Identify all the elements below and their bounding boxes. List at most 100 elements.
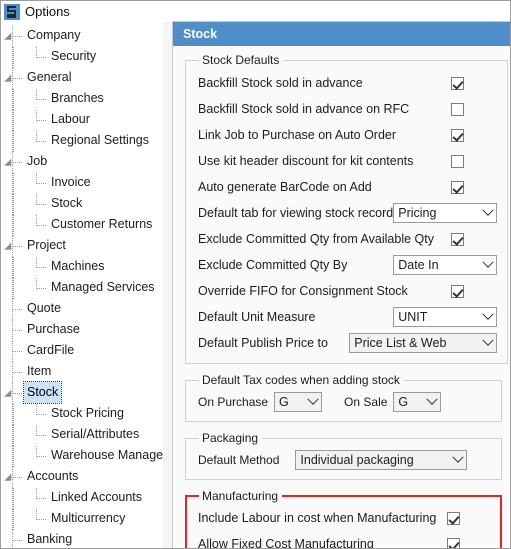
sidebar-item-stock[interactable]: Stock <box>1 381 163 404</box>
sidebar-item-label: Linked Accounts <box>51 490 143 504</box>
expander-triangle-icon[interactable] <box>4 242 15 254</box>
sidebar-item-machines[interactable]: Machines <box>1 257 163 278</box>
expander-triangle-icon[interactable] <box>4 32 15 44</box>
sidebar-item-stock-pricing[interactable]: Stock Pricing <box>1 404 163 425</box>
on-sale-label: On Sale <box>344 395 388 409</box>
options-window: Options Company Security General Branches La… <box>0 0 511 549</box>
sidebar-item-label: Labour <box>51 112 90 126</box>
sidebar-item-invoice[interactable]: Invoice <box>1 173 163 194</box>
sidebar-item-warehouse-management[interactable]: Warehouse Management <box>1 446 163 467</box>
sidebar-item-label: Customer Returns <box>51 217 153 231</box>
sidebar-item-banking[interactable]: Banking <box>1 530 163 548</box>
checkbox-auto-generate-barcode-on-add[interactable] <box>451 180 465 194</box>
tree-connector <box>13 309 22 310</box>
checkbox-link-job-to-purchase-on-auto-order[interactable] <box>451 128 465 142</box>
dropdown-default-unit-measure[interactable]: UNIT <box>393 307 498 327</box>
setting-row-exclude-committed-qty-by[interactable]: Exclude Committed Qty By Date In <box>198 252 498 278</box>
sidebar-item-managed-services[interactable]: Managed Services <box>1 278 163 299</box>
sidebar-item-branches[interactable]: Branches <box>1 89 163 110</box>
expander-triangle-icon[interactable] <box>4 389 15 401</box>
tree-connector <box>37 120 46 121</box>
dropdown-value: G <box>398 395 409 409</box>
sidebar-item-company[interactable]: Company <box>1 26 163 47</box>
sidebar-item-labour[interactable]: Labour <box>1 110 163 131</box>
checkbox-backfill-stock-sold-in-advance-on-rfc[interactable] <box>451 102 465 116</box>
tree-connector <box>37 288 46 289</box>
sidebar-item-label: Branches <box>51 91 104 105</box>
panel-title: Stock <box>173 22 510 46</box>
checkbox-backfill-stock-sold-in-advance[interactable] <box>451 76 465 90</box>
setting-row-allow-fixed-cost-manufacturing[interactable]: Allow Fixed Cost Manufacturing <box>198 531 491 549</box>
sidebar-item-regional-settings[interactable]: Regional Settings <box>1 131 163 152</box>
tree-connector <box>37 183 46 184</box>
setting-label: Auto generate BarCode on Add <box>198 180 372 194</box>
checkbox-override-fifo-for-consignment-stock[interactable] <box>451 284 465 298</box>
group-stock-defaults: Stock Defaults Backfill Stock sold in ad… <box>185 53 509 364</box>
group-manufacturing-legend: Manufacturing <box>202 489 279 503</box>
dropdown-on-sale-tax-code[interactable]: G <box>393 392 442 412</box>
expander-triangle-icon[interactable] <box>4 158 15 170</box>
sidebar-item-stock[interactable]: Stock <box>1 194 163 215</box>
tree-connector <box>13 257 14 278</box>
chevron-down-icon <box>480 209 496 217</box>
window-title: Options <box>25 4 70 19</box>
setting-row-backfill-stock-sold-in-advance[interactable]: Backfill Stock sold in advance <box>198 70 497 96</box>
tree-connector <box>13 446 14 467</box>
tree-connector <box>37 498 46 499</box>
tree-connector <box>37 435 46 436</box>
setting-label: Backfill Stock sold in advance on RFC <box>198 102 410 116</box>
sidebar-item-general[interactable]: General <box>1 68 163 89</box>
sidebar-item-accounts[interactable]: Accounts <box>1 467 163 488</box>
setting-row-exclude-committed-qty-from-available-qty[interactable]: Exclude Committed Qty from Available Qty <box>198 226 497 252</box>
checkbox-use-kit-header-discount[interactable] <box>451 154 465 168</box>
setting-row-link-job-to-purchase-on-auto-order[interactable]: Link Job to Purchase on Auto Order <box>198 122 497 148</box>
dropdown-value: G <box>279 395 289 409</box>
sidebar-item-serial-attributes[interactable]: Serial/Attributes <box>1 425 163 446</box>
sidebar-item-job[interactable]: Job <box>1 152 163 173</box>
dropdown-default-publish-price-to[interactable]: Price List & Web <box>349 333 498 353</box>
sidebar-item-item[interactable]: Item <box>1 362 163 383</box>
setting-row-backfill-stock-sold-in-advance-on-rfc[interactable]: Backfill Stock sold in advance on RFC <box>198 96 497 122</box>
tree-connector <box>13 540 22 541</box>
sidebar-item-project[interactable]: Project <box>1 236 163 257</box>
options-navigation-tree[interactable]: Company Security General Branches Labour Regi… <box>1 22 163 548</box>
sidebar-item-quote[interactable]: Quote <box>1 299 163 320</box>
chevron-down-icon <box>424 398 440 406</box>
dropdown-exclude-committed-qty-by[interactable]: Date In <box>393 255 498 275</box>
checkbox-include-labour-in-cost-when-manufacturing[interactable] <box>447 511 460 525</box>
dropdown-default-tab-for-viewing-stock-record[interactable]: Pricing <box>393 203 498 223</box>
expander-triangle-icon[interactable] <box>4 473 15 485</box>
sidebar-item-multicurrency[interactable]: Multicurrency <box>1 509 163 530</box>
sidebar-item-label: Quote <box>27 301 62 315</box>
sidebar-item-label: Accounts <box>27 469 79 483</box>
setting-row-auto-generate-barcode-on-add[interactable]: Auto generate BarCode on Add <box>198 174 497 200</box>
tree-connector <box>13 393 22 394</box>
expander-triangle-icon[interactable] <box>4 74 15 86</box>
setting-label: Allow Fixed Cost Manufacturing <box>198 537 374 549</box>
dropdown-on-purchase-tax-code[interactable]: G <box>274 392 323 412</box>
tree-connector <box>13 372 22 373</box>
chevron-down-icon <box>450 456 466 464</box>
sidebar-item-label: Project <box>27 238 66 252</box>
checkbox-allow-fixed-cost-manufacturing[interactable] <box>447 537 460 548</box>
tree-connector <box>13 351 22 352</box>
setting-label: Exclude Committed Qty By <box>198 258 348 272</box>
sidebar-item-cardfile[interactable]: CardFile <box>1 341 163 362</box>
sidebar-item-purchase[interactable]: Purchase <box>1 320 163 341</box>
setting-row-default-unit-measure[interactable]: Default Unit Measure UNIT <box>198 304 498 330</box>
setting-row-default-publish-price-to[interactable]: Default Publish Price to Price List & We… <box>198 330 498 356</box>
tree-connector <box>37 414 46 415</box>
setting-row-override-fifo-for-consignment-stock[interactable]: Override FIFO for Consignment Stock <box>198 278 497 304</box>
sidebar-item-linked-accounts[interactable]: Linked Accounts <box>1 488 163 509</box>
dropdown-value: UNIT <box>398 310 428 324</box>
setting-row-default-tab-for-viewing-stock-record[interactable]: Default tab for viewing stock record Pri… <box>198 200 498 226</box>
setting-row-include-labour-in-cost-when-manufacturing[interactable]: Include Labour in cost when Manufacturin… <box>198 505 491 531</box>
sidebar-item-label: Company <box>27 28 81 42</box>
tree-connector <box>13 488 14 509</box>
sidebar-item-customer-returns[interactable]: Customer Returns <box>1 215 163 236</box>
sidebar-item-security[interactable]: Security <box>1 47 163 68</box>
tree-connector <box>13 36 22 37</box>
dropdown-packaging-default-method[interactable]: Individual packaging <box>295 450 468 470</box>
checkbox-exclude-committed-qty-from-available-qty[interactable] <box>451 232 465 246</box>
setting-row-use-kit-header-discount[interactable]: Use kit header discount for kit contents <box>198 148 497 174</box>
